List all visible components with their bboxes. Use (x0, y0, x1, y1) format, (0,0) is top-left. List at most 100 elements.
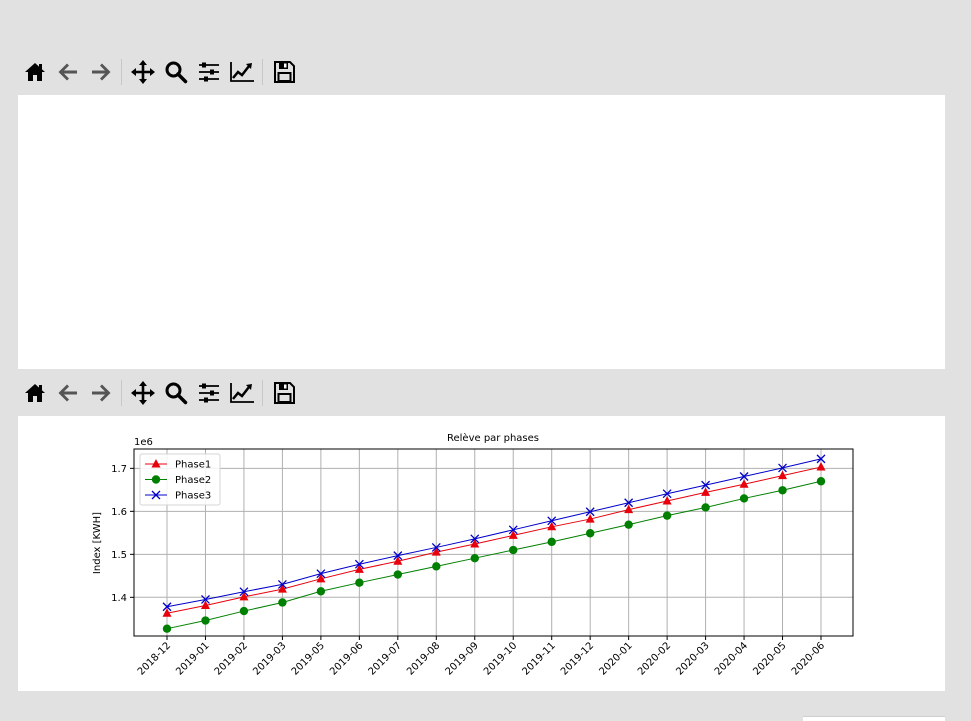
pan-icon (130, 380, 156, 406)
x-tick-label: 2019-02 (213, 640, 250, 677)
legend-label: Phase3 (175, 491, 211, 502)
save-figure-button[interactable] (267, 54, 300, 90)
forward-button[interactable] (84, 54, 117, 90)
window-title-bar (0, 0, 971, 37)
zoom-icon (164, 60, 188, 84)
subplots-icon (197, 60, 221, 84)
forward-button[interactable] (84, 375, 117, 411)
x-tick-label: 2020-02 (636, 640, 673, 677)
pan-button[interactable] (126, 54, 159, 90)
save-icon (272, 381, 296, 405)
home-icon (23, 60, 47, 84)
x-tick-label: 2020-03 (674, 640, 711, 677)
x-tick-label: 2019-09 (444, 640, 481, 677)
y-axis-label: Index [KWH] (92, 512, 103, 574)
y-tick-label: 1.4 (111, 593, 127, 604)
data-point (662, 511, 672, 520)
edit-axes-button[interactable] (225, 375, 258, 411)
data-point (701, 503, 710, 512)
x-tick-label: 2019-03 (251, 640, 288, 677)
x-tick-label: 2019-08 (405, 640, 442, 677)
data-point (547, 537, 556, 547)
save-icon (272, 60, 296, 84)
chart-legend: Phase1 Phase2 Phase3 (139, 453, 221, 506)
data-point (816, 462, 826, 471)
data-point (316, 587, 326, 596)
series-layer (162, 454, 826, 633)
x-tick-label: 2019-12 (559, 640, 596, 677)
x-tick-label: 2019-07 (367, 640, 404, 677)
legend-label: Phase1 (175, 460, 211, 471)
x-tick-label: 2020-01 (597, 640, 634, 677)
pan-button[interactable] (126, 375, 159, 411)
data-point (201, 616, 210, 625)
data-point (432, 562, 441, 571)
pan-icon (130, 59, 156, 85)
series-line (166, 458, 822, 608)
home-icon (23, 381, 47, 405)
data-point (816, 477, 826, 486)
navigation-toolbar-top (18, 50, 300, 94)
x-tick-label: 2019-11 (520, 640, 557, 677)
series-line (166, 466, 822, 614)
x-tick-label: 2020-06 (790, 640, 827, 677)
y-tick-label: 1.5 (111, 550, 127, 561)
y-offset-label: 1e6 (134, 437, 153, 448)
data-point (355, 578, 364, 587)
y-tick-label: 1.6 (111, 507, 127, 518)
home-button[interactable] (18, 375, 51, 411)
data-point (739, 494, 749, 503)
x-tick-label: 2020-05 (751, 640, 788, 677)
toolbar-separator (262, 59, 263, 85)
x-tick-label: 2019-06 (328, 640, 365, 677)
back-arrow-icon (56, 381, 80, 405)
x-tick-label: 2019-05 (290, 640, 327, 677)
zoom-icon (164, 381, 188, 405)
forward-arrow-icon (89, 60, 113, 84)
figure-canvas-top[interactable] (18, 95, 945, 369)
data-point (470, 553, 479, 563)
x-tick-label: 2019-10 (482, 640, 519, 677)
series-phase2 (162, 477, 826, 633)
legend-marker (151, 475, 161, 484)
forward-arrow-icon (89, 381, 113, 405)
x-tick-label: 2019-01 (174, 640, 211, 677)
y-ticks: 1.4 1.5 1.6 1.7 (111, 464, 134, 604)
data-point (624, 520, 633, 529)
figure-canvas-bottom[interactable]: Relève par phases 1e6 Index [KWH] 1.4 1.5… (18, 416, 945, 691)
navigation-toolbar-bottom (18, 371, 300, 415)
back-button[interactable] (51, 54, 84, 90)
data-point (778, 486, 787, 495)
configure-subplots-button[interactable] (192, 375, 225, 411)
toolbar-separator (262, 380, 263, 406)
subplots-icon (197, 381, 221, 405)
axes-edit-icon (229, 60, 255, 84)
data-point (509, 545, 518, 555)
back-button[interactable] (51, 375, 84, 411)
x-ticks: 2018-12 2019-01 2019-02 2019-03 2019-05 2019-… (136, 636, 827, 678)
x-tick-label: 2018-12 (136, 640, 173, 677)
axes-edit-icon (229, 381, 255, 405)
configure-subplots-button[interactable] (192, 54, 225, 90)
series-phase1 (162, 462, 826, 617)
y-tick-label: 1.7 (111, 464, 127, 475)
data-point (162, 624, 172, 633)
series-line (166, 480, 822, 630)
x-tick-label: 2020-04 (713, 640, 750, 677)
data-point (239, 606, 249, 616)
zoom-button[interactable] (159, 375, 192, 411)
zoom-button[interactable] (159, 54, 192, 90)
legend-label: Phase2 (175, 475, 211, 486)
line-chart: Relève par phases 1e6 Index [KWH] 1.4 1.5… (92, 432, 854, 678)
status-strip (803, 716, 945, 721)
edit-axes-button[interactable] (225, 54, 258, 90)
toolbar-separator (121, 59, 122, 85)
data-point (585, 529, 595, 538)
save-figure-button[interactable] (267, 375, 300, 411)
series-phase3 (162, 454, 826, 612)
toolbar-separator (121, 380, 122, 406)
chart-title: Relève par phases (447, 432, 539, 444)
data-point (393, 570, 403, 579)
back-arrow-icon (56, 60, 80, 84)
home-button[interactable] (18, 54, 51, 90)
